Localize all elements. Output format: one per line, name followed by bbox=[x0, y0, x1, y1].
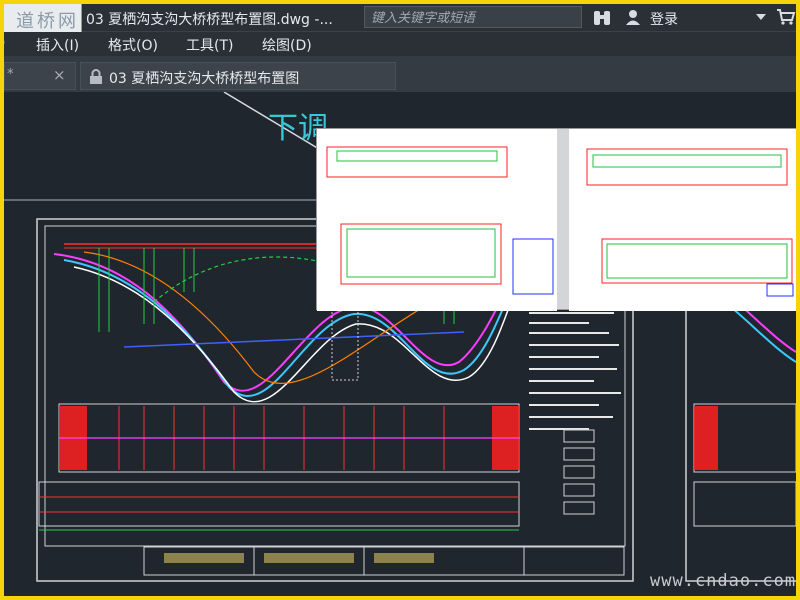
search-box[interactable] bbox=[364, 6, 582, 29]
title-bar: 道桥网 03 夏栖沟支沟大桥桥型布置图.dwg -... 登录 bbox=[4, 4, 796, 32]
site-watermark: www.cndao.com bbox=[650, 571, 796, 591]
close-icon[interactable]: × bbox=[53, 66, 66, 84]
site-logo: 道桥网 bbox=[4, 4, 82, 32]
lock-icon bbox=[90, 69, 102, 84]
user-icon[interactable] bbox=[624, 8, 642, 26]
cart-icon[interactable] bbox=[776, 8, 796, 26]
menu-item-partial[interactable]: ) bbox=[4, 35, 5, 51]
tab-previous-marker: * bbox=[7, 67, 14, 82]
tab-label: 03 夏栖沟支沟大桥桥型布置图 bbox=[109, 71, 300, 87]
tab-bar: * × 03 夏栖沟支沟大桥桥型布置图 bbox=[4, 56, 796, 92]
menu-item-format[interactable]: 格式(O) bbox=[108, 35, 158, 55]
drawing-canvas[interactable]: 下调 bbox=[4, 91, 796, 596]
chevron-down-icon[interactable] bbox=[756, 14, 766, 22]
menu-item-draw[interactable]: 绘图(D) bbox=[262, 35, 312, 55]
logo-text: 道桥网 bbox=[16, 11, 79, 32]
tab-previous[interactable]: * × bbox=[4, 62, 76, 90]
search-input[interactable] bbox=[365, 8, 581, 29]
app-window: 道桥网 03 夏栖沟支沟大桥桥型布置图.dwg -... 登录 ) 插入(I) … bbox=[4, 4, 796, 596]
tab-active[interactable]: 03 夏栖沟支沟大桥桥型布置图 bbox=[80, 62, 396, 90]
menu-bar: ) 插入(I) 格式(O) 工具(T) 绘图(D) bbox=[4, 32, 796, 56]
preview-thumbnails[interactable] bbox=[316, 128, 796, 311]
login-button[interactable]: 登录 bbox=[650, 9, 678, 29]
preview-drawing bbox=[317, 129, 796, 311]
document-title: 03 夏栖沟支沟大桥桥型布置图.dwg -... bbox=[86, 12, 333, 28]
menu-item-insert[interactable]: 插入(I) bbox=[36, 35, 79, 55]
binoculars-icon[interactable] bbox=[592, 9, 612, 27]
menu-item-tools[interactable]: 工具(T) bbox=[186, 35, 233, 55]
